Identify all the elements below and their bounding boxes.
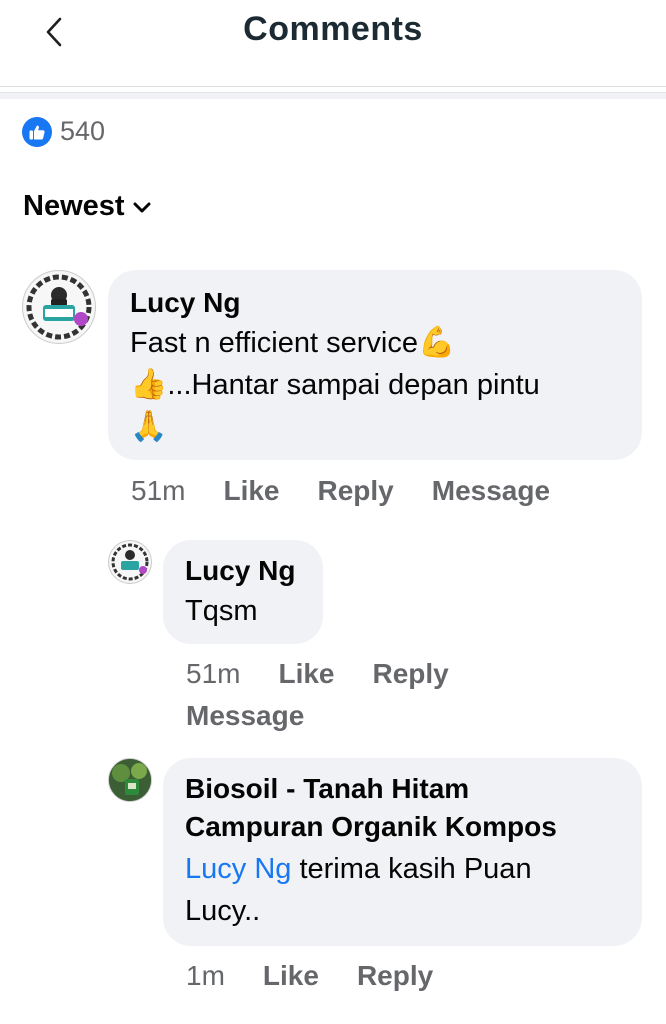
- reply-actions: 51m Like Reply: [186, 658, 449, 690]
- avatar[interactable]: [108, 758, 152, 802]
- reply-bubble[interactable]: Lucy Ng Tqsm: [163, 540, 323, 644]
- top-bar: Comments: [0, 0, 666, 87]
- message-button[interactable]: Message: [432, 475, 550, 507]
- chevron-down-icon: [133, 202, 151, 212]
- like-button[interactable]: Like: [278, 658, 334, 690]
- reply-button[interactable]: Reply: [357, 960, 433, 992]
- reply-button[interactable]: Reply: [373, 658, 449, 690]
- like-button[interactable]: Like: [263, 960, 319, 992]
- comment-time: 51m: [131, 475, 186, 506]
- reply-actions: 1m Like Reply: [186, 960, 433, 992]
- flexed-biceps-emoji: 💪: [417, 326, 456, 359]
- thumbs-up-icon: [22, 116, 52, 147]
- message-button[interactable]: Message: [186, 700, 304, 732]
- like-button[interactable]: Like: [223, 475, 279, 507]
- reply-time: 1m: [186, 960, 225, 991]
- reply-text: Tqsm: [185, 595, 258, 627]
- reply-bubble[interactable]: Biosoil - Tanah Hitam Campuran Organik K…: [163, 758, 642, 946]
- reply-time: 51m: [186, 658, 241, 689]
- sort-label: Newest: [23, 190, 125, 222]
- comment-text: Fast n efficient service💪 👍...Hantar sam…: [130, 326, 540, 443]
- comment-actions: 51m Like Reply Message: [131, 475, 550, 507]
- avatar[interactable]: [22, 270, 96, 344]
- thumbs-up-emoji: 👍: [130, 368, 168, 401]
- reaction-summary[interactable]: 540: [22, 116, 105, 147]
- sort-dropdown[interactable]: Newest: [23, 190, 151, 223]
- folded-hands-emoji: 🙏: [130, 410, 168, 443]
- comment-author[interactable]: Lucy Ng: [130, 284, 620, 322]
- reply-text: Lucy Ng terima kasih Puan Lucy..: [185, 853, 532, 927]
- reply-author[interactable]: Biosoil - Tanah Hitam Campuran Organik K…: [185, 770, 620, 846]
- avatar[interactable]: [108, 540, 152, 584]
- comment-bubble[interactable]: Lucy Ng Fast n efficient service💪 👍...Ha…: [108, 270, 642, 460]
- reply-button[interactable]: Reply: [318, 475, 394, 507]
- mention-link[interactable]: Lucy Ng: [185, 853, 291, 885]
- reply-author[interactable]: Lucy Ng: [185, 552, 301, 590]
- reaction-count: 540: [60, 116, 106, 146]
- page-title: Comments: [243, 10, 423, 48]
- divider: [0, 92, 666, 99]
- reply-actions-wrap: Message: [186, 700, 304, 732]
